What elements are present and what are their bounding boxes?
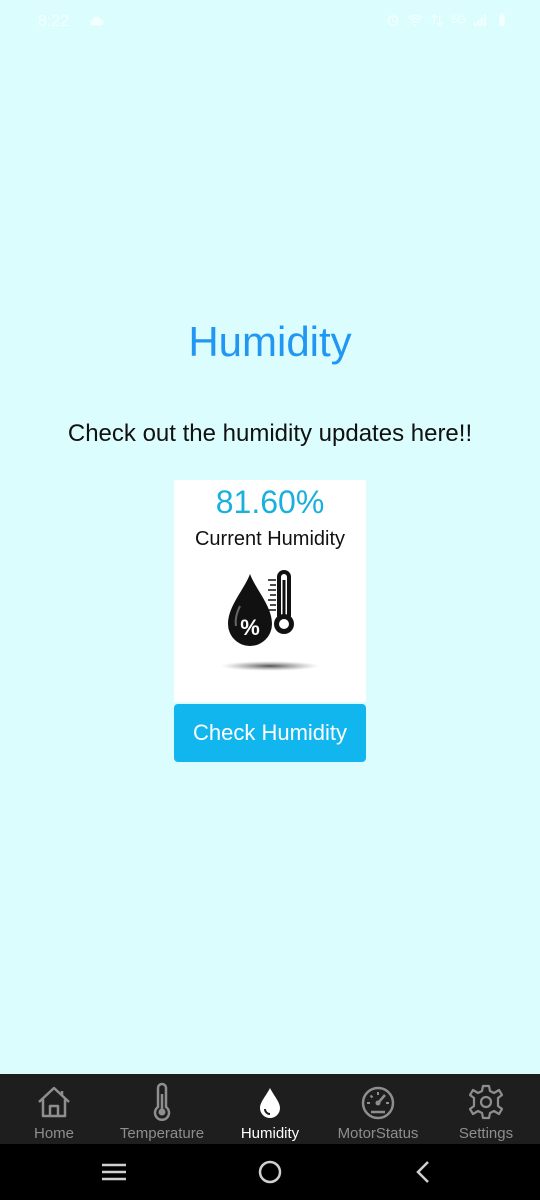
humidity-label: Current Humidity xyxy=(194,528,346,550)
nav-label-settings: Settings xyxy=(458,1125,514,1142)
recent-apps-icon[interactable] xyxy=(100,1158,128,1186)
cloud-icon xyxy=(90,16,104,26)
percent-symbol: % xyxy=(240,615,260,640)
nav-label-motorstatus: MotorStatus xyxy=(337,1125,419,1142)
humidity-card: 81.60% Current Humidity % xyxy=(174,480,366,702)
check-humidity-button[interactable]: Check Humidity xyxy=(174,704,366,762)
status-icons: 5G xyxy=(385,12,510,28)
nav-item-home[interactable]: Home xyxy=(0,1074,108,1144)
nav-label-home: Home xyxy=(33,1125,74,1142)
humidity-screen: 8:22 5G Humidity Check out the humidity … xyxy=(0,0,540,1200)
thermometer-icon xyxy=(153,1082,171,1121)
water-drop-icon xyxy=(260,1088,280,1118)
wifi-icon xyxy=(408,14,423,26)
nav-label-temperature: Temperature xyxy=(119,1125,205,1142)
humidity-value: 81.60% xyxy=(215,484,325,520)
battery-icon xyxy=(499,13,505,26)
system-nav-bar xyxy=(0,1144,540,1200)
speedometer-icon xyxy=(361,1086,395,1120)
home-button-icon[interactable] xyxy=(256,1158,284,1186)
home-icon xyxy=(38,1086,70,1118)
page-subtitle: Check out the humidity updates here!! xyxy=(67,420,473,447)
signal-icon xyxy=(474,14,486,26)
back-icon[interactable] xyxy=(410,1158,438,1186)
humidity-drop-thermometer-icon: % xyxy=(220,570,320,671)
page-title: Humidity xyxy=(188,318,352,365)
data-arrows-icon xyxy=(431,13,444,27)
nav-item-humidity[interactable]: Humidity xyxy=(216,1074,324,1144)
status-bar: 8:22 5G xyxy=(0,0,540,44)
nav-item-motorstatus[interactable]: MotorStatus xyxy=(324,1074,432,1144)
status-time: 8:22 xyxy=(38,13,70,30)
alarm-icon xyxy=(387,15,399,26)
network-type: 5G xyxy=(451,14,466,26)
nav-item-settings[interactable]: Settings xyxy=(432,1074,540,1144)
bottom-nav: Home Temperature Humidity MotorStatus Se… xyxy=(0,1074,540,1144)
nav-item-temperature[interactable]: Temperature xyxy=(108,1074,216,1144)
nav-label-humidity: Humidity xyxy=(240,1125,300,1142)
gear-icon xyxy=(468,1084,504,1120)
